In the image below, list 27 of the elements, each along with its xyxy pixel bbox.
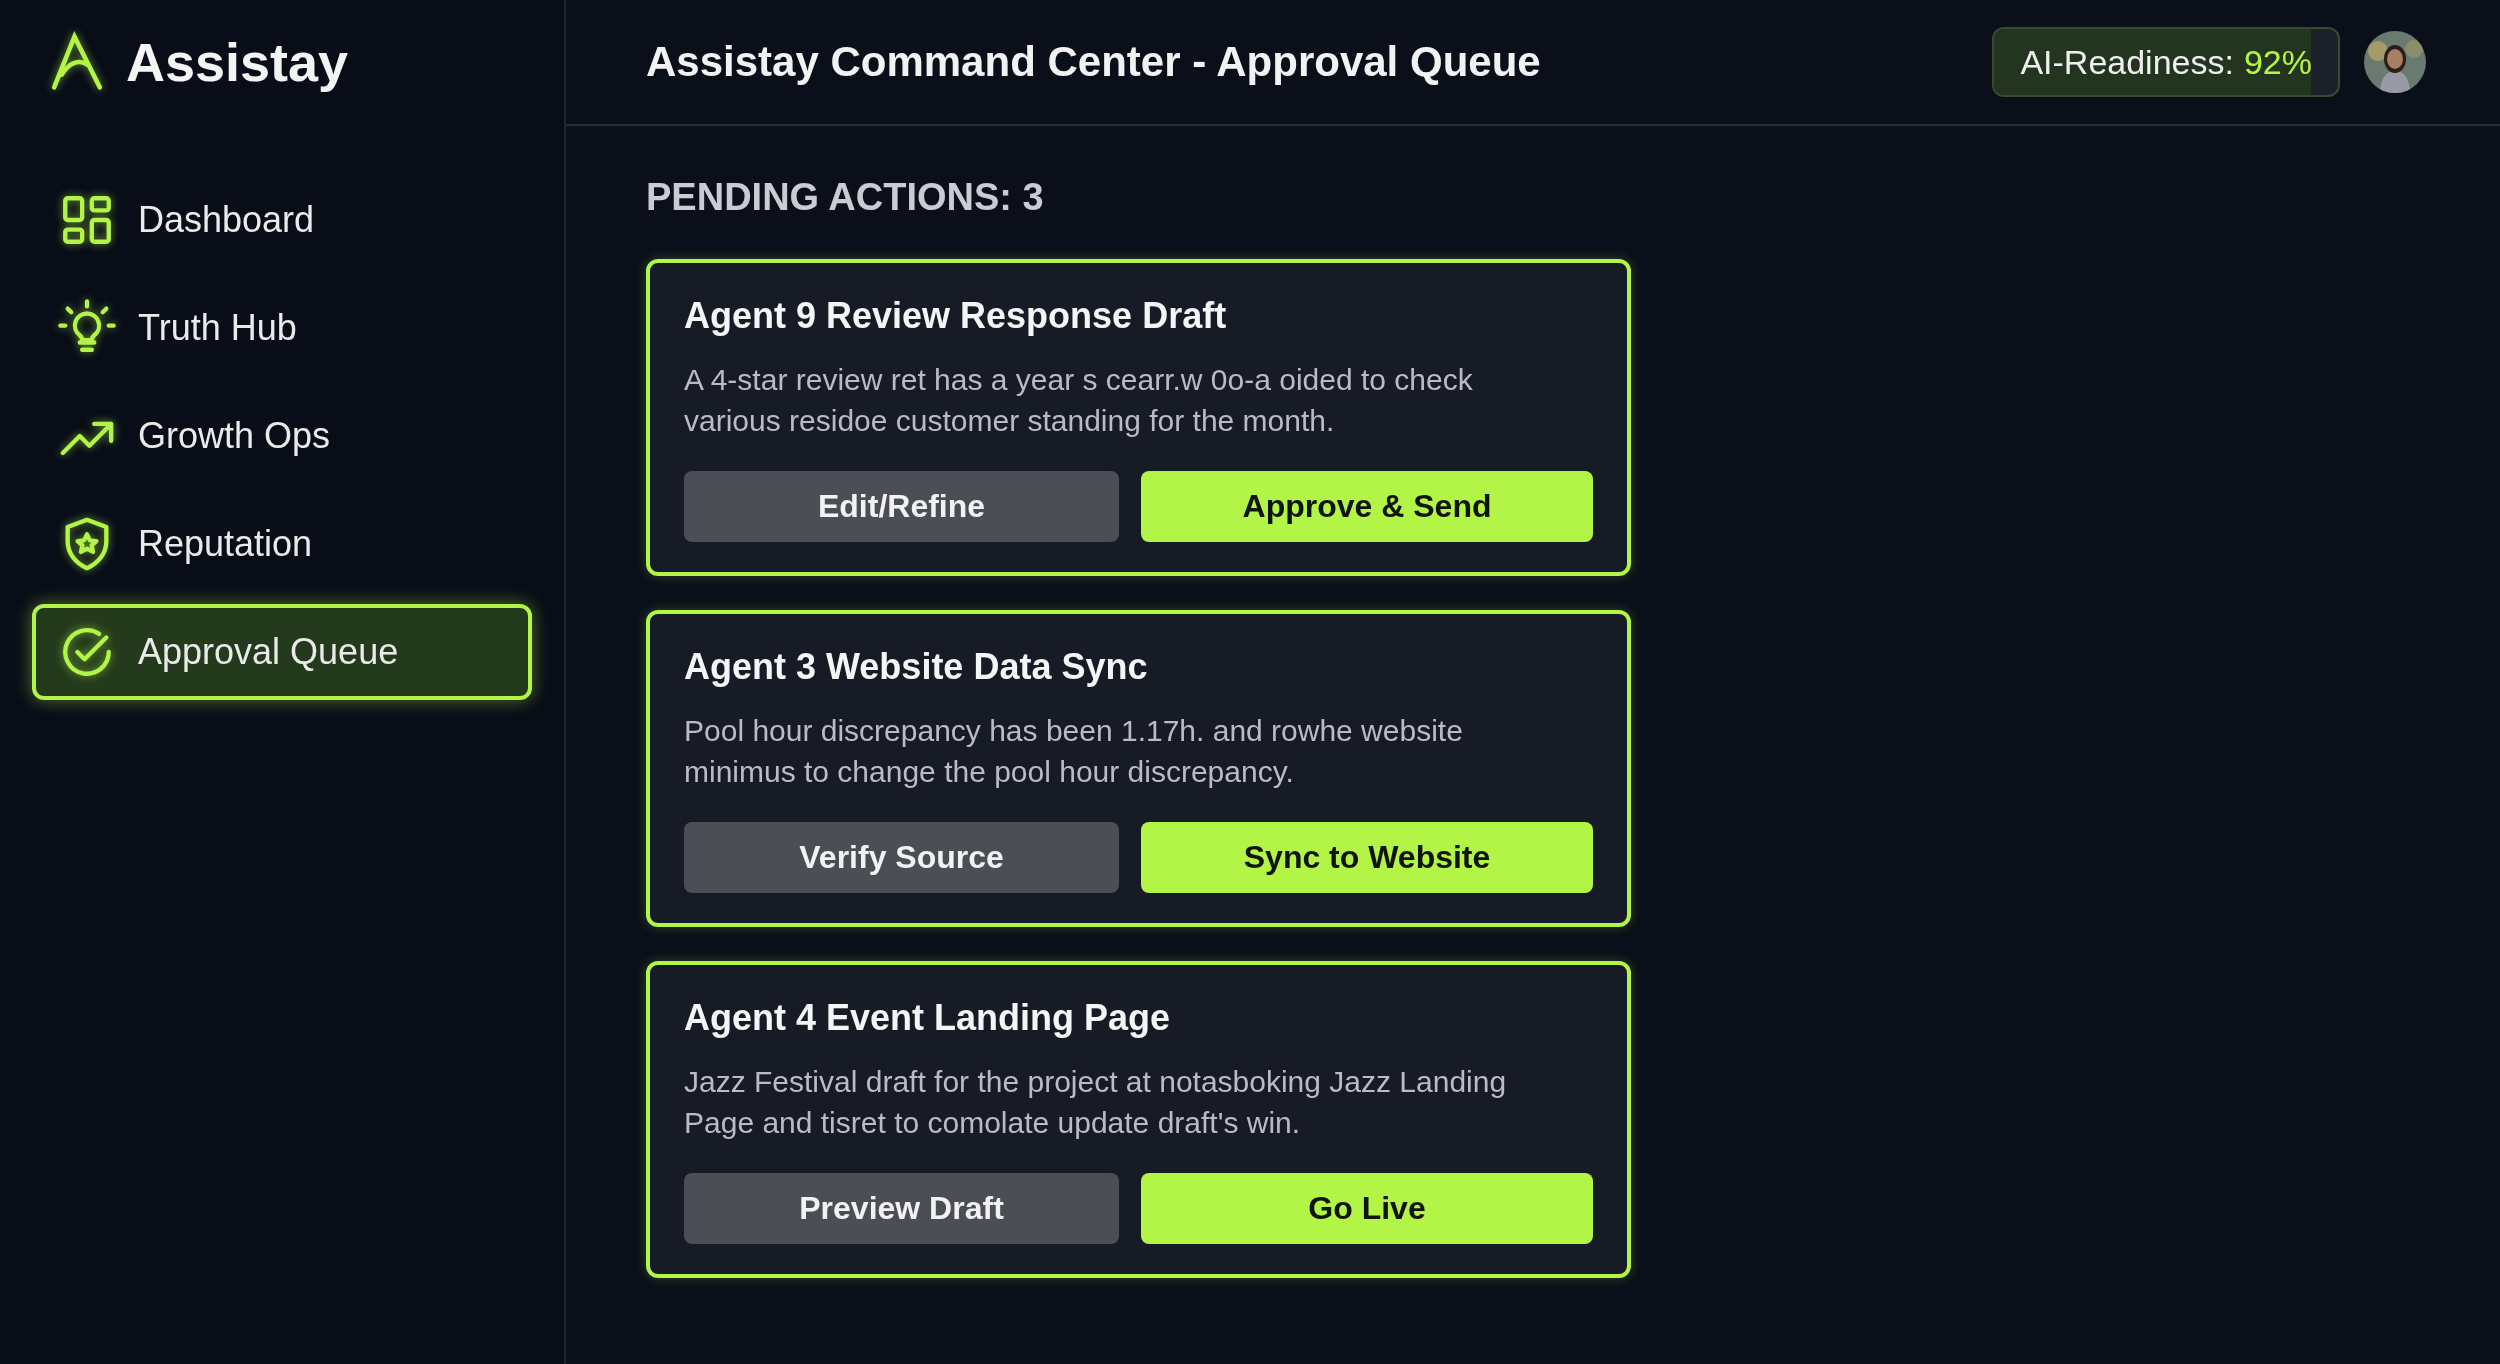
approve-button[interactable]: Approve & Send [1141,471,1593,542]
nav-label: Truth Hub [138,307,297,349]
page-title: Assistay Command Center - Approval Queue [646,38,1542,86]
review-button[interactable]: Verify Source [684,822,1120,893]
card-description: Jazz Festival draft for the project at notasboking Jazz Landing Page and tisret to comolate update draft's win. [684,1064,1508,1141]
nav-item[interactable]: Dashboard [32,172,532,268]
pending-actions-heading: PENDING ACTIONS: 3 [646,176,1045,219]
nav-label: Approval Queue [138,631,399,673]
review-button[interactable]: Preview Draft [684,1173,1120,1244]
card-title: Agent 4 Event Landing Page [684,997,1172,1039]
approve-button[interactable]: Go Live [1141,1173,1593,1244]
card-description: Pool hour discrepancy has been 1.17h. and rowhe website minimus to change the pool hour discrepancy. [684,713,1464,790]
readiness-label: AI-Readiness: [2020,42,2234,82]
nav-label: Dashboard [138,199,315,241]
nav-item[interactable]: Truth Hub [32,280,532,376]
brand-name: Assistay [126,31,349,93]
nav-label: Reputation [138,523,313,565]
nav-item[interactable]: Growth Ops [32,388,532,484]
card-title: Agent 9 Review Response Draft [684,295,1228,337]
nav-item[interactable]: Approval Queue [32,604,532,700]
card-description: A 4-star review ret has a year s cearr.w 0o-a oided to check various residoe customer standing for the month. [684,362,1474,439]
nav-item[interactable]: Reputation [32,496,532,592]
card-title: Agent 3 Website Data Sync [684,646,1149,688]
review-button[interactable]: Edit/Refine [684,471,1120,542]
approve-button[interactable]: Sync to Website [1141,822,1593,893]
readiness-value: 92% [2243,42,2312,82]
nav-label: Growth Ops [138,415,331,457]
